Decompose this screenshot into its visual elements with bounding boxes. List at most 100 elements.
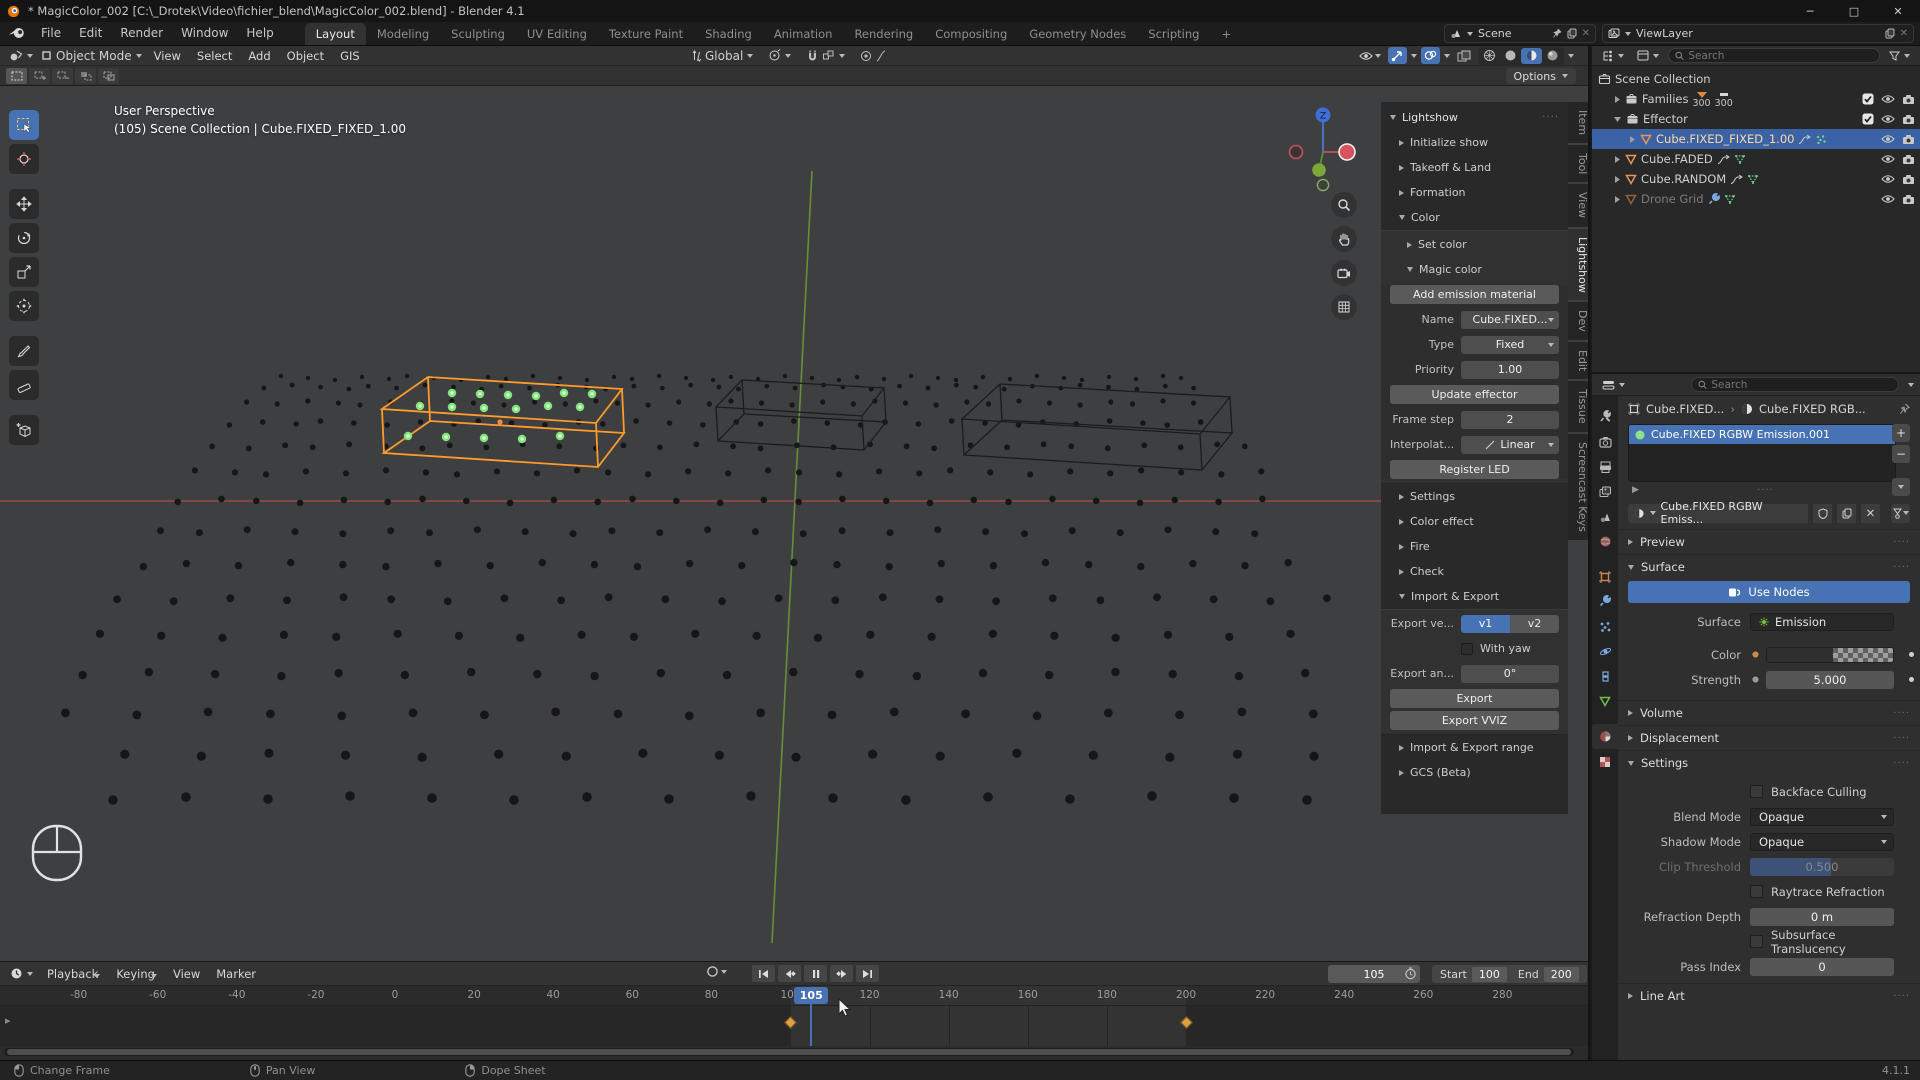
- timeline-menu-playback[interactable]: Playback: [39, 967, 108, 981]
- properties-search-box[interactable]: [1691, 377, 1899, 392]
- menu-file[interactable]: File: [32, 21, 70, 45]
- drag-grip-icon[interactable]: ····: [1542, 112, 1559, 123]
- auto-keying-toggle[interactable]: [706, 965, 727, 978]
- maximize-button[interactable]: □: [1832, 0, 1876, 22]
- hide-eye-icon[interactable]: [1881, 174, 1895, 184]
- panel-displacement[interactable]: Displacement ····: [1618, 725, 1920, 750]
- material-slot-list[interactable]: Cube.FIXED RGBW Emission.001: [1628, 424, 1896, 482]
- proportional-edit-group[interactable]: [856, 50, 890, 62]
- panel-header-lightshow[interactable]: Lightshow ····: [1381, 105, 1568, 130]
- timeline-editor-type-button[interactable]: [6, 967, 37, 980]
- xray-toggle[interactable]: [1454, 47, 1474, 64]
- strength-slider[interactable]: 5.000: [1766, 671, 1894, 689]
- properties-editor-type-button[interactable]: [1598, 379, 1629, 391]
- frame-step-field[interactable]: 2: [1461, 411, 1559, 429]
- properties-tab-view-layer[interactable]: [1592, 479, 1618, 504]
- pivot-dropdown[interactable]: [764, 49, 795, 62]
- remove-slot-button[interactable]: −: [1892, 445, 1910, 463]
- blender-logo-icon[interactable]: [8, 26, 26, 40]
- shadow-mode-dropdown[interactable]: Opaque: [1750, 833, 1894, 851]
- disable-render-icon[interactable]: [1902, 154, 1915, 165]
- timeline-menu-view[interactable]: View: [165, 967, 208, 981]
- expander-icon[interactable]: [1613, 195, 1621, 204]
- with-yaw-checkbox[interactable]: [1461, 643, 1473, 655]
- workspace-tab-texture-paint[interactable]: Texture Paint: [598, 23, 694, 45]
- jump-to-end-button[interactable]: [856, 965, 879, 982]
- hide-eye-icon[interactable]: [1881, 114, 1895, 124]
- minimize-button[interactable]: ─: [1788, 0, 1832, 22]
- properties-tab-object[interactable]: [1592, 564, 1618, 589]
- outliner-row-cube-random[interactable]: Cube.RANDOM: [1592, 169, 1920, 189]
- raytrace-refraction-checkbox[interactable]: [1750, 885, 1763, 898]
- properties-tab-modifiers[interactable]: [1592, 589, 1618, 614]
- tool-move-button[interactable]: [9, 189, 39, 219]
- panel-magic-color[interactable]: Magic color: [1381, 257, 1568, 282]
- add-emission-material-button[interactable]: Add emission material: [1390, 285, 1559, 304]
- expander-icon[interactable]: [1613, 95, 1621, 104]
- viewport-3d[interactable]: User Perspective (105) Scene Collection …: [0, 86, 1588, 961]
- backface-culling-checkbox[interactable]: [1750, 785, 1763, 798]
- panel-initialize-show[interactable]: Initialize show: [1381, 130, 1568, 155]
- export-v2-button[interactable]: v2: [1510, 615, 1559, 633]
- tool-measure-button[interactable]: [9, 370, 39, 400]
- panel-takeoff-land[interactable]: Takeoff & Land: [1381, 155, 1568, 180]
- viewport-menu-view[interactable]: View: [146, 49, 189, 63]
- disable-render-icon[interactable]: [1902, 114, 1915, 125]
- properties-tab-particles[interactable]: [1592, 614, 1618, 639]
- visibility-dropdown[interactable]: [1356, 47, 1384, 64]
- export-v1-button[interactable]: v1: [1461, 615, 1510, 633]
- viewport-menu-object[interactable]: Object: [279, 49, 332, 63]
- properties-tab-tool[interactable]: [1592, 404, 1618, 429]
- properties-tab-object-data[interactable]: [1592, 689, 1618, 714]
- properties-options-icon[interactable]: [1908, 383, 1914, 387]
- current-frame-badge[interactable]: 105: [794, 987, 828, 1004]
- tool-scale-button[interactable]: [9, 257, 39, 287]
- timeline-menu-marker[interactable]: Marker: [208, 967, 264, 981]
- tool-rotate-button[interactable]: [9, 223, 39, 253]
- outliner-filter-dropdown[interactable]: [1885, 51, 1914, 61]
- timeline-track[interactable]: [0, 1006, 1588, 1046]
- sidebar-tab-item[interactable]: Item: [1568, 102, 1588, 143]
- panel-line-art[interactable]: Line Art ····: [1618, 983, 1920, 1008]
- new-scene-icon[interactable]: [1567, 28, 1577, 39]
- viewport-menu-select[interactable]: Select: [189, 49, 240, 63]
- type-dropdown[interactable]: Fixed: [1461, 336, 1559, 354]
- use-nodes-button[interactable]: Use Nodes: [1628, 581, 1910, 603]
- material-slot-item[interactable]: Cube.FIXED RGBW Emission.001: [1629, 425, 1895, 444]
- shading-material-button[interactable]: [1521, 48, 1542, 64]
- menu-render[interactable]: Render: [111, 21, 172, 45]
- panel-import-export-range[interactable]: Import & Export range: [1381, 735, 1568, 760]
- viewlayer-selector[interactable]: ViewLayer ✕: [1602, 24, 1914, 43]
- shading-dropdown-icon[interactable]: [1568, 54, 1574, 58]
- node-tree-dropdown[interactable]: [1890, 504, 1910, 523]
- outliner-search-box[interactable]: [1668, 48, 1880, 63]
- menu-window[interactable]: Window: [172, 21, 237, 45]
- sidebar-tab-screencast-keys[interactable]: Screencast Keys: [1568, 434, 1588, 540]
- properties-tab-constraints[interactable]: [1592, 664, 1618, 689]
- disable-render-icon[interactable]: [1902, 194, 1915, 205]
- register-led-button[interactable]: Register LED: [1390, 460, 1559, 479]
- list-resize-grip[interactable]: ····: [1757, 485, 1774, 496]
- mode-dropdown[interactable]: Object Mode: [37, 49, 146, 63]
- panel-color[interactable]: Color: [1381, 205, 1568, 230]
- refraction-depth-field[interactable]: 0 m: [1750, 908, 1894, 926]
- gizmos-dropdown-icon[interactable]: [1411, 54, 1417, 58]
- hide-eye-icon[interactable]: [1881, 154, 1895, 164]
- export-angle-field[interactable]: 0°: [1461, 665, 1559, 683]
- start-frame-field[interactable]: 100: [1472, 967, 1507, 982]
- end-frame-field[interactable]: 200: [1544, 967, 1579, 982]
- panel-formation[interactable]: Formation: [1381, 180, 1568, 205]
- tool-select-box-button[interactable]: [9, 110, 39, 140]
- properties-tab-physics[interactable]: [1592, 639, 1618, 664]
- outliner-row-effector[interactable]: Effector: [1592, 109, 1920, 129]
- hide-eye-icon[interactable]: [1881, 134, 1895, 144]
- priority-field[interactable]: 1.00: [1461, 361, 1559, 379]
- workspace-tab-shading[interactable]: Shading: [694, 23, 763, 45]
- sidebar-tab-view[interactable]: View: [1568, 184, 1588, 226]
- select-mode-subtract-button[interactable]: [52, 68, 73, 84]
- remove-viewlayer-icon[interactable]: ✕: [1900, 28, 1908, 39]
- channel-expander-icon[interactable]: ▸: [5, 1014, 11, 1027]
- workspace-tab-uv-editing[interactable]: UV Editing: [516, 23, 598, 45]
- workspace-tab-rendering[interactable]: Rendering: [843, 23, 924, 45]
- hide-eye-icon[interactable]: [1881, 194, 1895, 204]
